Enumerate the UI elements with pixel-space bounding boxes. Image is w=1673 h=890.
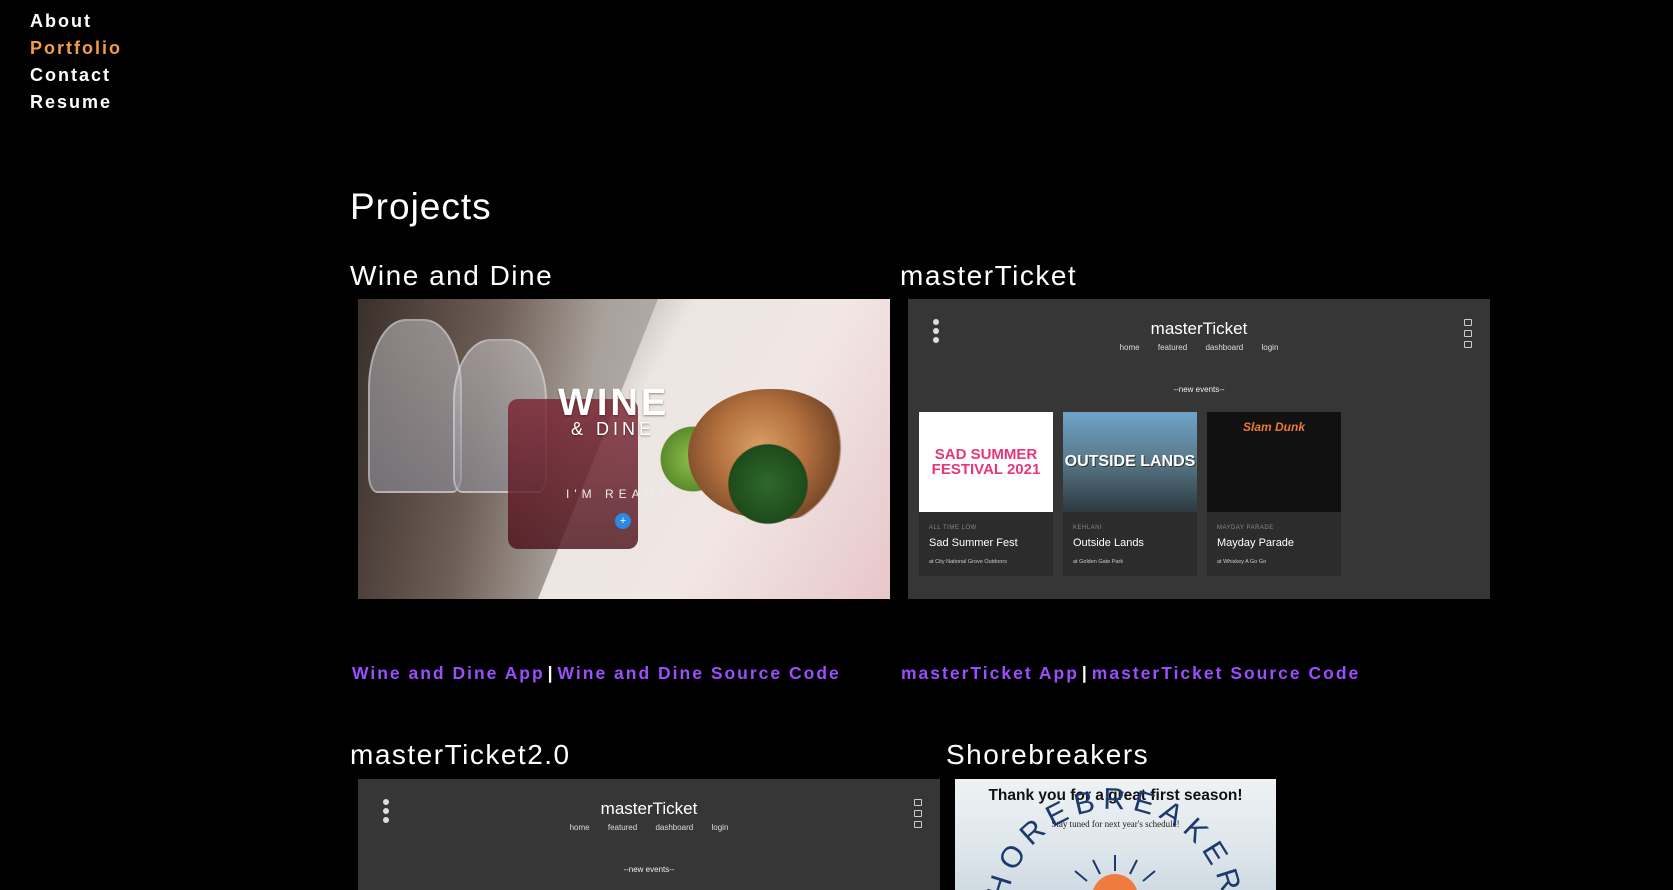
sun-rays bbox=[1074, 855, 1156, 882]
mt-nav-home: home bbox=[569, 823, 590, 832]
mt-nav-dashboard: dashboard bbox=[1205, 343, 1244, 352]
wine-and-dine-source-link[interactable]: Wine and Dine Source Code bbox=[558, 663, 841, 683]
event-card-name: Mayday Parade bbox=[1217, 537, 1295, 549]
mt-nav-dashboard: dashboard bbox=[655, 823, 694, 832]
wine-and-dine-links: Wine and Dine App | Wine and Dine Source C… bbox=[352, 663, 841, 684]
wine-ready-text: I'M READY! bbox=[566, 487, 680, 501]
shorebreakers-logo-text: SHOREBREAKERS bbox=[978, 783, 1251, 890]
shorebreakers-logo: SHOREBREAKERS bbox=[978, 783, 1251, 890]
nav-about[interactable]: About bbox=[30, 8, 122, 35]
mt-nav-home: home bbox=[1119, 343, 1140, 352]
masterticket-app-link[interactable]: masterTicket App bbox=[901, 663, 1079, 683]
mt-nav-featured: featured bbox=[1157, 343, 1188, 352]
project-title-masterticket2: masterTicket2.0 bbox=[350, 739, 571, 770]
plus-icon: + bbox=[615, 513, 631, 529]
mt-nav-login: login bbox=[711, 823, 729, 832]
mt-nav-featured: featured bbox=[607, 823, 638, 832]
link-separator: | bbox=[547, 663, 555, 683]
event-card-image-text: SAD SUMMER FESTIVAL 2021 bbox=[931, 446, 1041, 478]
page: About Portfolio Contact Resume Projects … bbox=[0, 0, 1673, 890]
wine-and-dine-app-link[interactable]: Wine and Dine App bbox=[352, 663, 545, 683]
mt-subtitle: --new events-- bbox=[623, 865, 675, 874]
event-card-image: SAD SUMMER FESTIVAL 2021 bbox=[919, 412, 1053, 512]
nav-portfolio[interactable]: Portfolio bbox=[30, 35, 122, 62]
event-card-tag: KEHLANI bbox=[1073, 525, 1103, 531]
mt-subtitle: --new events-- bbox=[1173, 385, 1225, 394]
section-title: Projects bbox=[350, 186, 492, 227]
masterticket-links: masterTicket App | masterTicket Source Cod… bbox=[901, 663, 1360, 684]
masterticket-source-link[interactable]: masterTicket Source Code bbox=[1092, 663, 1360, 683]
nav-resume[interactable]: Resume bbox=[30, 89, 122, 116]
event-card-image: OUTSIDE LANDS bbox=[1063, 412, 1197, 512]
event-card-venue: at Whiskey A Go Go bbox=[1217, 559, 1267, 565]
shorebreakers-thumbnail[interactable]: Thank you for a great first season! Stay… bbox=[955, 779, 1276, 890]
wine-and-dine-logo: WINE & DINE bbox=[558, 382, 670, 439]
wine-logo-small: & DINE bbox=[570, 419, 655, 439]
event-card: OUTSIDE LANDS KEHLANI Outside Lands at G… bbox=[1063, 412, 1197, 576]
mt-nav-login: login bbox=[1261, 343, 1279, 352]
mt-nav: home featured dashboard login bbox=[358, 823, 940, 832]
event-card-venue: at Golden Gate Park bbox=[1073, 559, 1124, 565]
event-card-tag: MAYDAY PARADE bbox=[1217, 525, 1274, 531]
mt-nav: home featured dashboard login bbox=[908, 343, 1490, 352]
event-card: SAD SUMMER FESTIVAL 2021 ALL TIME LOW Sa… bbox=[919, 412, 1053, 576]
link-separator: | bbox=[1081, 663, 1089, 683]
wine-logo-big: WINE bbox=[558, 382, 670, 424]
project-title-wine-and-dine: Wine and Dine bbox=[350, 260, 554, 291]
masterticket-thumbnail[interactable]: masterTicket home featured dashboard log… bbox=[908, 299, 1490, 599]
masterticket2-thumbnail[interactable]: masterTicket home featured dashboard log… bbox=[358, 779, 940, 890]
event-card-image: Slam Dunk bbox=[1207, 412, 1341, 512]
event-card: Slam Dunk MAYDAY PARADE Mayday Parade at… bbox=[1207, 412, 1341, 576]
event-card-image-text: Slam Dunk bbox=[1242, 420, 1305, 434]
event-card-venue: at City National Grove Outdoors bbox=[929, 559, 1007, 565]
side-nav: About Portfolio Contact Resume bbox=[30, 8, 122, 116]
project-title-masterticket: masterTicket bbox=[900, 260, 1078, 291]
event-card-tag: ALL TIME LOW bbox=[929, 525, 977, 531]
mt-brand: masterTicket bbox=[1150, 319, 1248, 338]
leaf-image bbox=[728, 439, 808, 529]
project-title-shorebreakers: Shorebreakers bbox=[946, 739, 1150, 770]
wine-glass-image bbox=[368, 319, 462, 493]
event-card-image-text: OUTSIDE LANDS bbox=[1064, 453, 1196, 470]
event-card-name: Sad Summer Fest bbox=[929, 537, 1018, 549]
nav-contact[interactable]: Contact bbox=[30, 62, 122, 89]
mt-brand: masterTicket bbox=[600, 799, 698, 818]
wine-and-dine-thumbnail[interactable]: WINE & DINE I'M READY! + bbox=[358, 299, 890, 599]
event-card-name: Outside Lands bbox=[1073, 537, 1144, 549]
